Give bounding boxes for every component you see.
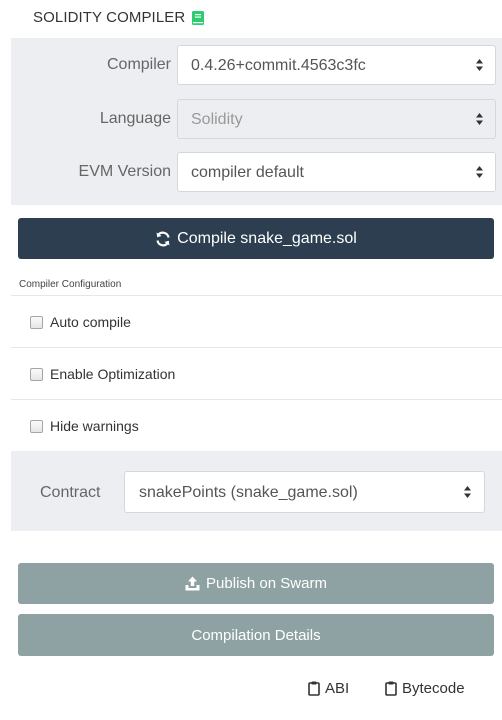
auto-compile-label: Auto compile bbox=[50, 314, 131, 330]
contract-panel: Contract snakePoints (snake_game.sol) bbox=[11, 451, 502, 531]
select-arrows-icon bbox=[464, 486, 471, 498]
divider bbox=[11, 399, 502, 400]
upload-icon bbox=[185, 576, 200, 591]
language-row: Language Solidity bbox=[11, 99, 502, 139]
hide-warnings-checkbox[interactable] bbox=[30, 419, 43, 433]
language-label: Language bbox=[99, 110, 171, 127]
enable-optimization-label: Enable Optimization bbox=[50, 366, 176, 382]
select-arrows-icon bbox=[476, 59, 483, 71]
clipboard-icon bbox=[308, 681, 320, 696]
compiler-label: Compiler bbox=[106, 56, 171, 73]
hide-warnings-label: Hide warnings bbox=[50, 418, 139, 434]
copy-abi-button[interactable]: ABI bbox=[308, 680, 349, 697]
compile-button[interactable]: Compile snake_game.sol bbox=[18, 218, 494, 259]
compiler-configuration-title: Compiler Configuration bbox=[19, 279, 122, 290]
refresh-icon bbox=[156, 231, 170, 246]
publish-on-swarm-button[interactable]: Publish on Swarm bbox=[18, 563, 494, 604]
evm-version-label: EVM Version bbox=[78, 163, 171, 180]
clipboard-icon bbox=[385, 681, 397, 696]
details-button-label: Compilation Details bbox=[191, 626, 321, 644]
bytecode-label: Bytecode bbox=[402, 680, 465, 697]
select-arrows-icon bbox=[476, 113, 483, 125]
compiler-row: Compiler 0.4.26+commit.4563c3fc bbox=[11, 45, 502, 85]
publish-button-label: Publish on Swarm bbox=[206, 575, 327, 592]
language-select[interactable]: Solidity bbox=[177, 99, 496, 139]
evm-version-row: EVM Version compiler default bbox=[11, 152, 502, 192]
compiler-version-value: 0.4.26+commit.4563c3fc bbox=[191, 57, 366, 74]
enable-optimization-option[interactable]: Enable Optimization bbox=[30, 366, 175, 382]
compiler-header: SOLIDITY COMPILER bbox=[33, 9, 205, 26]
compilation-details-button[interactable]: Compilation Details bbox=[18, 614, 494, 656]
auto-compile-checkbox[interactable] bbox=[30, 315, 43, 329]
language-value: Solidity bbox=[191, 111, 243, 128]
contract-select[interactable]: snakePoints (snake_game.sol) bbox=[124, 471, 485, 513]
compile-button-label: Compile snake_game.sol bbox=[177, 229, 357, 247]
auto-compile-option[interactable]: Auto compile bbox=[30, 314, 131, 330]
page-title: SOLIDITY COMPILER bbox=[33, 9, 186, 26]
contract-value: snakePoints (snake_game.sol) bbox=[139, 484, 358, 501]
hide-warnings-option[interactable]: Hide warnings bbox=[30, 418, 139, 434]
abi-label: ABI bbox=[325, 680, 350, 697]
evm-version-value: compiler default bbox=[191, 164, 304, 181]
contract-label: Contract bbox=[40, 484, 101, 501]
divider bbox=[11, 347, 502, 348]
compiler-settings-panel: Compiler 0.4.26+commit.4563c3fc Language… bbox=[11, 38, 502, 205]
evm-version-select[interactable]: compiler default bbox=[177, 152, 496, 192]
select-arrows-icon bbox=[476, 166, 483, 178]
enable-optimization-checkbox[interactable] bbox=[30, 367, 43, 381]
book-icon bbox=[192, 10, 205, 25]
compiler-version-select[interactable]: 0.4.26+commit.4563c3fc bbox=[177, 45, 496, 85]
copy-bytecode-button[interactable]: Bytecode bbox=[385, 680, 465, 697]
divider bbox=[11, 295, 502, 296]
